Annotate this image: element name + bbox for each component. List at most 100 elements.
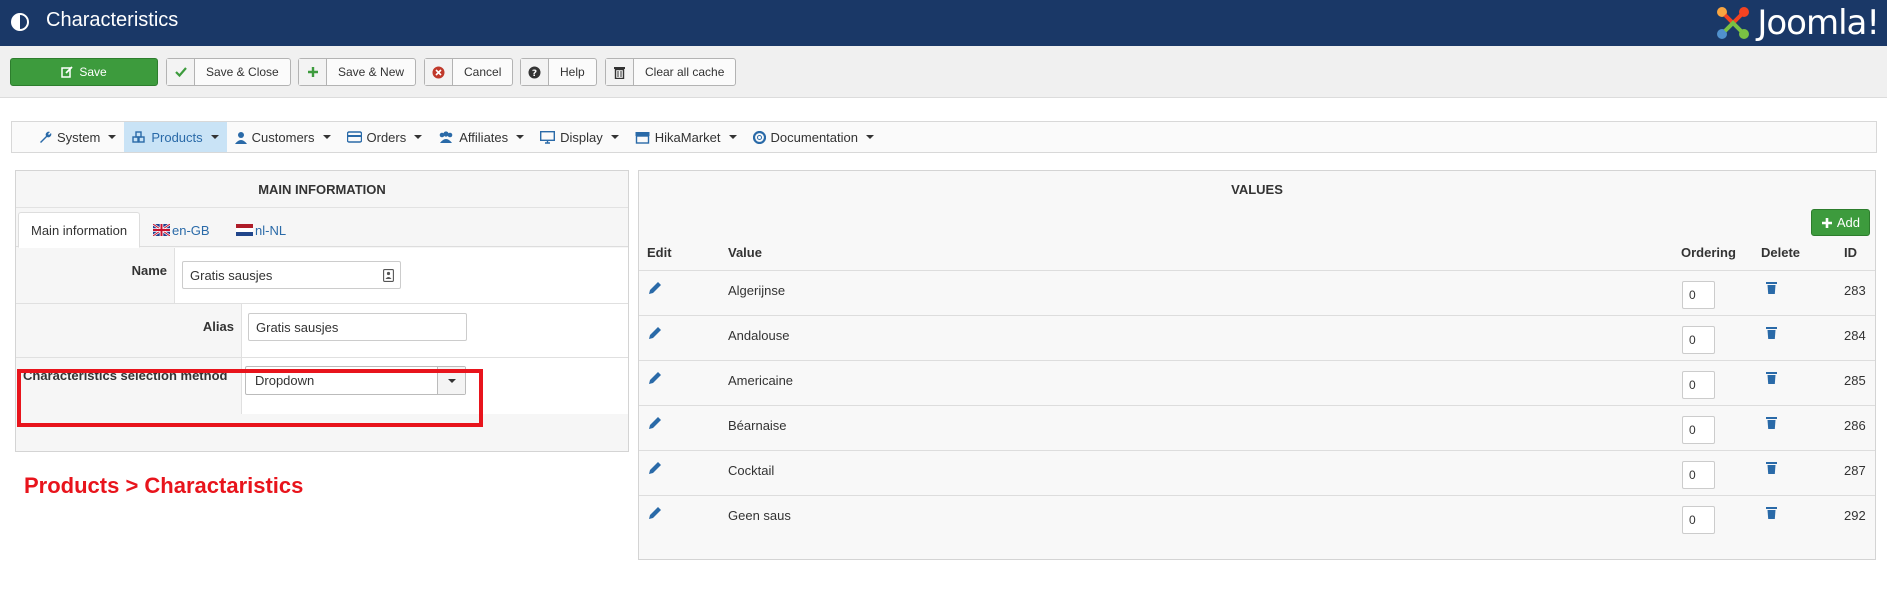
ordering-input[interactable]: 0 (1682, 461, 1715, 489)
value-cell: Geen saus (728, 508, 791, 523)
ordering-input[interactable]: 0 (1682, 326, 1715, 354)
nav-orders[interactable]: Orders (339, 122, 431, 152)
pencil-icon[interactable] (648, 506, 662, 520)
credit-card-icon (346, 131, 362, 143)
col-delete: Delete (1761, 245, 1801, 260)
question-icon: ? (521, 59, 549, 85)
nav-documentation[interactable]: Documentation (745, 122, 882, 152)
page-title: Characteristics (46, 9, 179, 31)
table-row: Algerijnse 0 283 (639, 270, 1875, 315)
action-toolbar: Save Save & Close Save & New Cancel ? He… (0, 46, 1887, 98)
tab-main-information[interactable]: Main information (18, 212, 141, 248)
trash-icon (606, 59, 634, 85)
values-panel: VALUES Add Edit Value Ordering Delete ID… (638, 170, 1876, 560)
alias-label: Alias (202, 319, 234, 334)
table-row: Béarnaise 0 286 (639, 405, 1875, 450)
tab-nl-nl[interactable]: nl-NL (224, 212, 298, 248)
contact-card-icon (383, 269, 394, 282)
cancel-icon (425, 59, 453, 85)
life-ring-icon (752, 130, 766, 144)
tab-en-gb[interactable]: en-GB (141, 212, 222, 248)
joomla-wordmark: Joomla! (1757, 3, 1880, 43)
col-value: Value (728, 245, 762, 260)
value-cell: Cocktail (728, 463, 775, 478)
trash-icon[interactable] (1766, 506, 1777, 519)
trash-icon[interactable] (1766, 371, 1777, 384)
id-cell: 284 (1844, 328, 1866, 343)
pencil-icon[interactable] (648, 281, 662, 295)
nav-products[interactable]: Products (124, 122, 227, 152)
cubes-icon (132, 130, 146, 143)
id-cell: 285 (1844, 373, 1866, 388)
nl-flag-icon (236, 224, 253, 236)
caret-down-icon (414, 135, 423, 139)
joomla-icon (1717, 7, 1750, 39)
id-cell: 292 (1844, 508, 1866, 523)
table-row: Cocktail 0 287 (639, 450, 1875, 495)
nav-affiliates[interactable]: Affiliates (430, 122, 532, 152)
joomla-logo: Joomla! (1713, 0, 1880, 46)
admin-header: Characteristics Joomla! (0, 0, 1887, 46)
save-button[interactable]: Save (10, 58, 158, 86)
ordering-input[interactable]: 0 (1682, 506, 1715, 534)
cancel-button[interactable]: Cancel (424, 58, 514, 86)
ordering-input[interactable]: 0 (1682, 371, 1715, 399)
pencil-icon[interactable] (648, 326, 662, 340)
ordering-input[interactable]: 0 (1682, 281, 1715, 309)
users-icon (439, 131, 453, 143)
trash-icon[interactable] (1766, 416, 1777, 429)
name-row: Name Gratis sausjes (16, 248, 628, 304)
svg-text:?: ? (532, 69, 537, 79)
nav-system[interactable]: System (31, 122, 124, 152)
caret-down-icon (728, 135, 737, 139)
pencil-icon[interactable] (648, 371, 662, 385)
user-icon (234, 131, 247, 144)
save-new-button[interactable]: Save & New (298, 58, 417, 86)
plus-icon (1821, 217, 1832, 228)
ordering-input[interactable]: 0 (1682, 416, 1715, 444)
name-input[interactable]: Gratis sausjes (182, 261, 401, 289)
contrast-icon (11, 13, 29, 31)
alias-input[interactable]: Gratis sausjes (248, 313, 467, 341)
value-cell: Andalouse (728, 328, 790, 343)
col-id: ID (1844, 245, 1857, 260)
value-cell: Algerijnse (728, 283, 786, 298)
store-icon (635, 131, 650, 144)
caret-down-icon (865, 135, 874, 139)
pencil-icon[interactable] (648, 416, 662, 430)
wrench-icon (40, 131, 52, 143)
caret-down-icon (108, 135, 117, 139)
nav-customers[interactable]: Customers (227, 122, 339, 152)
values-heading: VALUES (1231, 182, 1283, 197)
caret-down-icon (210, 135, 219, 139)
pencil-icon[interactable] (648, 461, 662, 475)
edit-icon (61, 66, 73, 78)
trash-icon[interactable] (1766, 326, 1777, 339)
help-button[interactable]: ? Help (520, 58, 597, 86)
id-cell: 283 (1844, 283, 1866, 298)
id-cell: 287 (1844, 463, 1866, 478)
nav-display[interactable]: Display (532, 122, 627, 152)
nav-hikamarket[interactable]: HikaMarket (627, 122, 745, 152)
trash-icon[interactable] (1766, 461, 1777, 474)
col-edit: Edit (647, 245, 672, 260)
caret-down-icon (322, 135, 331, 139)
save-close-button[interactable]: Save & Close (166, 58, 291, 86)
trash-icon[interactable] (1766, 281, 1777, 294)
table-row: Geen saus 0 292 (639, 495, 1875, 540)
component-menu: System Products Customers Orders Affilia… (11, 121, 1877, 153)
uk-flag-icon (153, 224, 170, 236)
clear-cache-button[interactable]: Clear all cache (605, 58, 737, 86)
plus-icon (299, 59, 327, 85)
name-label: Name (131, 263, 167, 278)
monitor-icon (540, 130, 556, 144)
value-cell: Americaine (728, 373, 794, 388)
annotation-text: Products > Charactaristics (24, 473, 304, 498)
highlight-box (17, 369, 483, 427)
main-information-heading: MAIN INFORMATION (16, 171, 628, 208)
caret-down-icon (610, 135, 619, 139)
id-cell: 286 (1844, 418, 1866, 433)
value-cell: Béarnaise (728, 418, 787, 433)
add-value-button[interactable]: Add (1810, 209, 1870, 236)
table-row: Americaine 0 285 (639, 360, 1875, 405)
